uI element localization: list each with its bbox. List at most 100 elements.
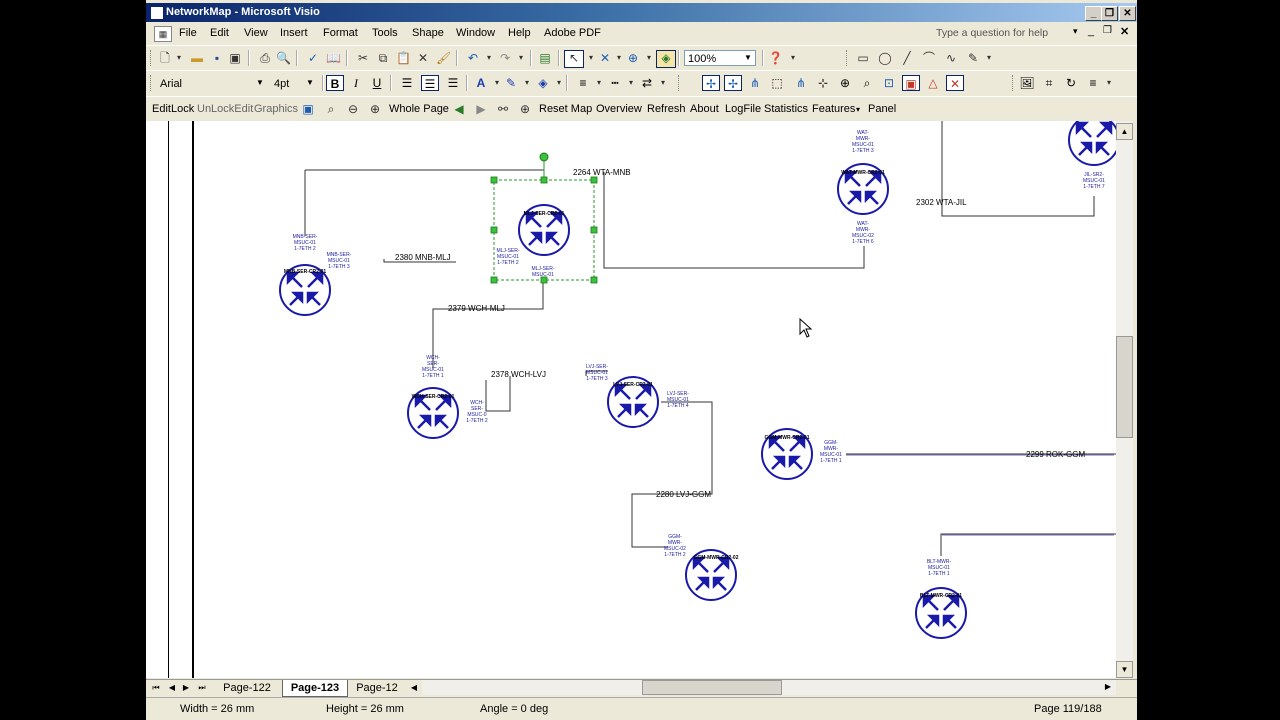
arc-tool-icon[interactable]: ⌒	[922, 51, 936, 65]
chevron-down-icon[interactable]: ▾	[482, 51, 496, 65]
snap-icon[interactable]: ✢	[702, 75, 720, 91]
chevron-down-icon[interactable]: ▾	[612, 51, 626, 65]
fill-color-icon[interactable]: ◈	[534, 75, 552, 91]
cut-icon[interactable]: ✂	[356, 51, 370, 65]
menu-edit[interactable]: Edit	[210, 27, 229, 39]
search-icon[interactable]: ⊕	[518, 102, 532, 116]
layer-icon[interactable]: ⊡	[880, 75, 898, 91]
chevron-down-icon[interactable]: ▾	[642, 51, 656, 65]
pointer-tool-icon[interactable]: ↖	[564, 50, 584, 68]
prev-page-icon[interactable]: ◀	[166, 682, 178, 694]
chevron-down-icon[interactable]: ▾	[856, 105, 860, 114]
menu-shape[interactable]: Shape	[412, 27, 444, 39]
chevron-down-icon[interactable]: ▾	[584, 51, 598, 65]
line-ends-icon[interactable]: ⇄	[638, 75, 656, 91]
shapes-icon[interactable]: ▤	[538, 51, 552, 65]
zoom-in-icon[interactable]: ⊕	[368, 102, 382, 116]
snap-to-grid-icon[interactable]: ⋔	[792, 75, 810, 91]
format-painter-icon[interactable]: 🖌	[436, 51, 451, 65]
drawing-canvas[interactable]: 2264 WTA-MNB 2380 MNB-MLJ 2379 WCH-MLJ 2…	[146, 113, 1137, 678]
tab-page-124[interactable]: Page-12	[352, 680, 402, 696]
save-icon[interactable]: ▪	[210, 51, 224, 65]
copy-icon[interactable]: ⧉	[376, 51, 390, 65]
line-weight-icon[interactable]: ≡	[574, 75, 592, 91]
tab-page-123[interactable]: Page-123	[282, 680, 348, 697]
doc-restore-icon[interactable]: ❐	[1103, 25, 1112, 36]
scroll-up-icon[interactable]: ▲	[1116, 123, 1133, 140]
visio-app-icon[interactable]	[150, 6, 164, 20]
doc-minimize-icon[interactable]: _	[1088, 25, 1094, 37]
scroll-right-icon[interactable]: ▶	[1102, 681, 1114, 693]
align-center-icon[interactable]: ☰	[421, 75, 439, 91]
scroll-down-icon[interactable]: ▼	[1116, 661, 1133, 678]
last-page-icon[interactable]: ⏭	[196, 682, 208, 694]
chevron-down-icon[interactable]: ▾	[656, 76, 670, 90]
triangle-icon[interactable]: △	[924, 75, 942, 91]
next-page-icon[interactable]: ▶	[180, 682, 192, 694]
dynamic-grid-icon[interactable]: ⋔	[746, 75, 764, 91]
menu-file[interactable]: File	[179, 27, 197, 39]
underline-button[interactable]: U	[368, 75, 386, 91]
first-page-icon[interactable]: ⏮	[150, 682, 162, 694]
menu-adobe-pdf[interactable]: Adobe PDF	[544, 27, 601, 39]
vertical-scrollbar[interactable]: ▲ ▼	[1116, 121, 1133, 678]
back-icon[interactable]: ◀	[452, 102, 466, 116]
binoculars-icon[interactable]: ⚯	[496, 102, 510, 116]
tab-page-122[interactable]: Page-122	[216, 680, 278, 696]
connector-tool-icon[interactable]: ✕	[598, 51, 612, 65]
italic-button[interactable]: I	[347, 75, 365, 91]
picture-icon[interactable]: 🖼	[1018, 75, 1036, 91]
close-snap-icon[interactable]: ✕	[946, 75, 964, 91]
spelling-icon[interactable]: ✓	[306, 51, 320, 65]
forward-icon[interactable]: ▶	[474, 102, 488, 116]
unlockedit-button[interactable]: UnLockEdit	[197, 103, 253, 115]
pencil-tool-icon[interactable]: ✎	[966, 51, 980, 65]
print-preview-icon[interactable]: 🔍	[276, 51, 291, 65]
about-button[interactable]: About	[690, 103, 719, 115]
features-menu[interactable]: Features	[812, 103, 855, 115]
statistics-button[interactable]: Statistics	[764, 103, 808, 115]
logfile-button[interactable]: LogFile	[725, 103, 761, 115]
new-icon[interactable]: 🗋	[158, 51, 172, 65]
menu-insert[interactable]: Insert	[280, 27, 308, 39]
chevron-down-icon[interactable]: ▾	[1102, 76, 1116, 90]
search-shape-icon[interactable]: ⌕	[858, 75, 876, 91]
help-icon[interactable]: ❓	[768, 51, 783, 65]
router-node[interactable]	[1067, 113, 1121, 167]
horizontal-scrollbar[interactable]: ▶	[422, 680, 1116, 695]
chevron-down-icon[interactable]: ▾	[172, 51, 186, 65]
close-button[interactable]: ✕	[1119, 6, 1136, 21]
help-search-input[interactable]: Type a question for help	[936, 24, 1086, 42]
delete-icon[interactable]: ✕	[416, 51, 430, 65]
paste-icon[interactable]: 📋	[396, 51, 411, 65]
menu-window[interactable]: Window	[456, 27, 495, 39]
horizontal-scroll-thumb[interactable]	[642, 680, 782, 695]
chevron-down-icon[interactable]: ▾	[786, 51, 800, 65]
font-size-select[interactable]: 4pt ▼	[270, 75, 318, 91]
restore-button[interactable]: ❐	[1101, 6, 1118, 21]
menu-view[interactable]: View	[244, 27, 268, 39]
bold-button[interactable]: B	[326, 75, 344, 91]
chevron-down-icon[interactable]: ▾	[514, 51, 528, 65]
save-as-icon[interactable]: ▣	[228, 51, 242, 65]
chevron-down-icon[interactable]: ▾	[624, 76, 638, 90]
print-icon[interactable]: ⎙	[258, 51, 272, 65]
redo-icon[interactable]: ↷	[498, 51, 512, 65]
tab-scroll-left-icon[interactable]: ◀	[408, 682, 420, 694]
doc-close-icon[interactable]: ✕	[1120, 25, 1129, 38]
vertical-scroll-thumb[interactable]	[1116, 336, 1133, 438]
document-icon[interactable]: ▦	[154, 26, 172, 42]
open-folder-icon[interactable]: ▬	[190, 51, 204, 65]
connection-point-icon[interactable]: ⊕	[626, 51, 640, 65]
menu-help[interactable]: Help	[508, 27, 531, 39]
chevron-down-icon[interactable]: ▾	[592, 76, 606, 90]
font-color-icon[interactable]: A	[472, 75, 490, 91]
overview-button[interactable]: Overview	[596, 103, 642, 115]
rectangle-tool-icon[interactable]: ▭	[856, 51, 870, 65]
glue-icon[interactable]: ✢	[724, 75, 742, 91]
help-dropdown-icon[interactable]: ▾	[1073, 26, 1078, 37]
editlock-button[interactable]: EditLock	[152, 103, 194, 115]
connection-points-icon[interactable]: ⬚	[768, 75, 786, 91]
ellipse-tool-icon[interactable]: ◯	[878, 51, 892, 65]
snap-to-guide-icon[interactable]: ⊹	[814, 75, 832, 91]
